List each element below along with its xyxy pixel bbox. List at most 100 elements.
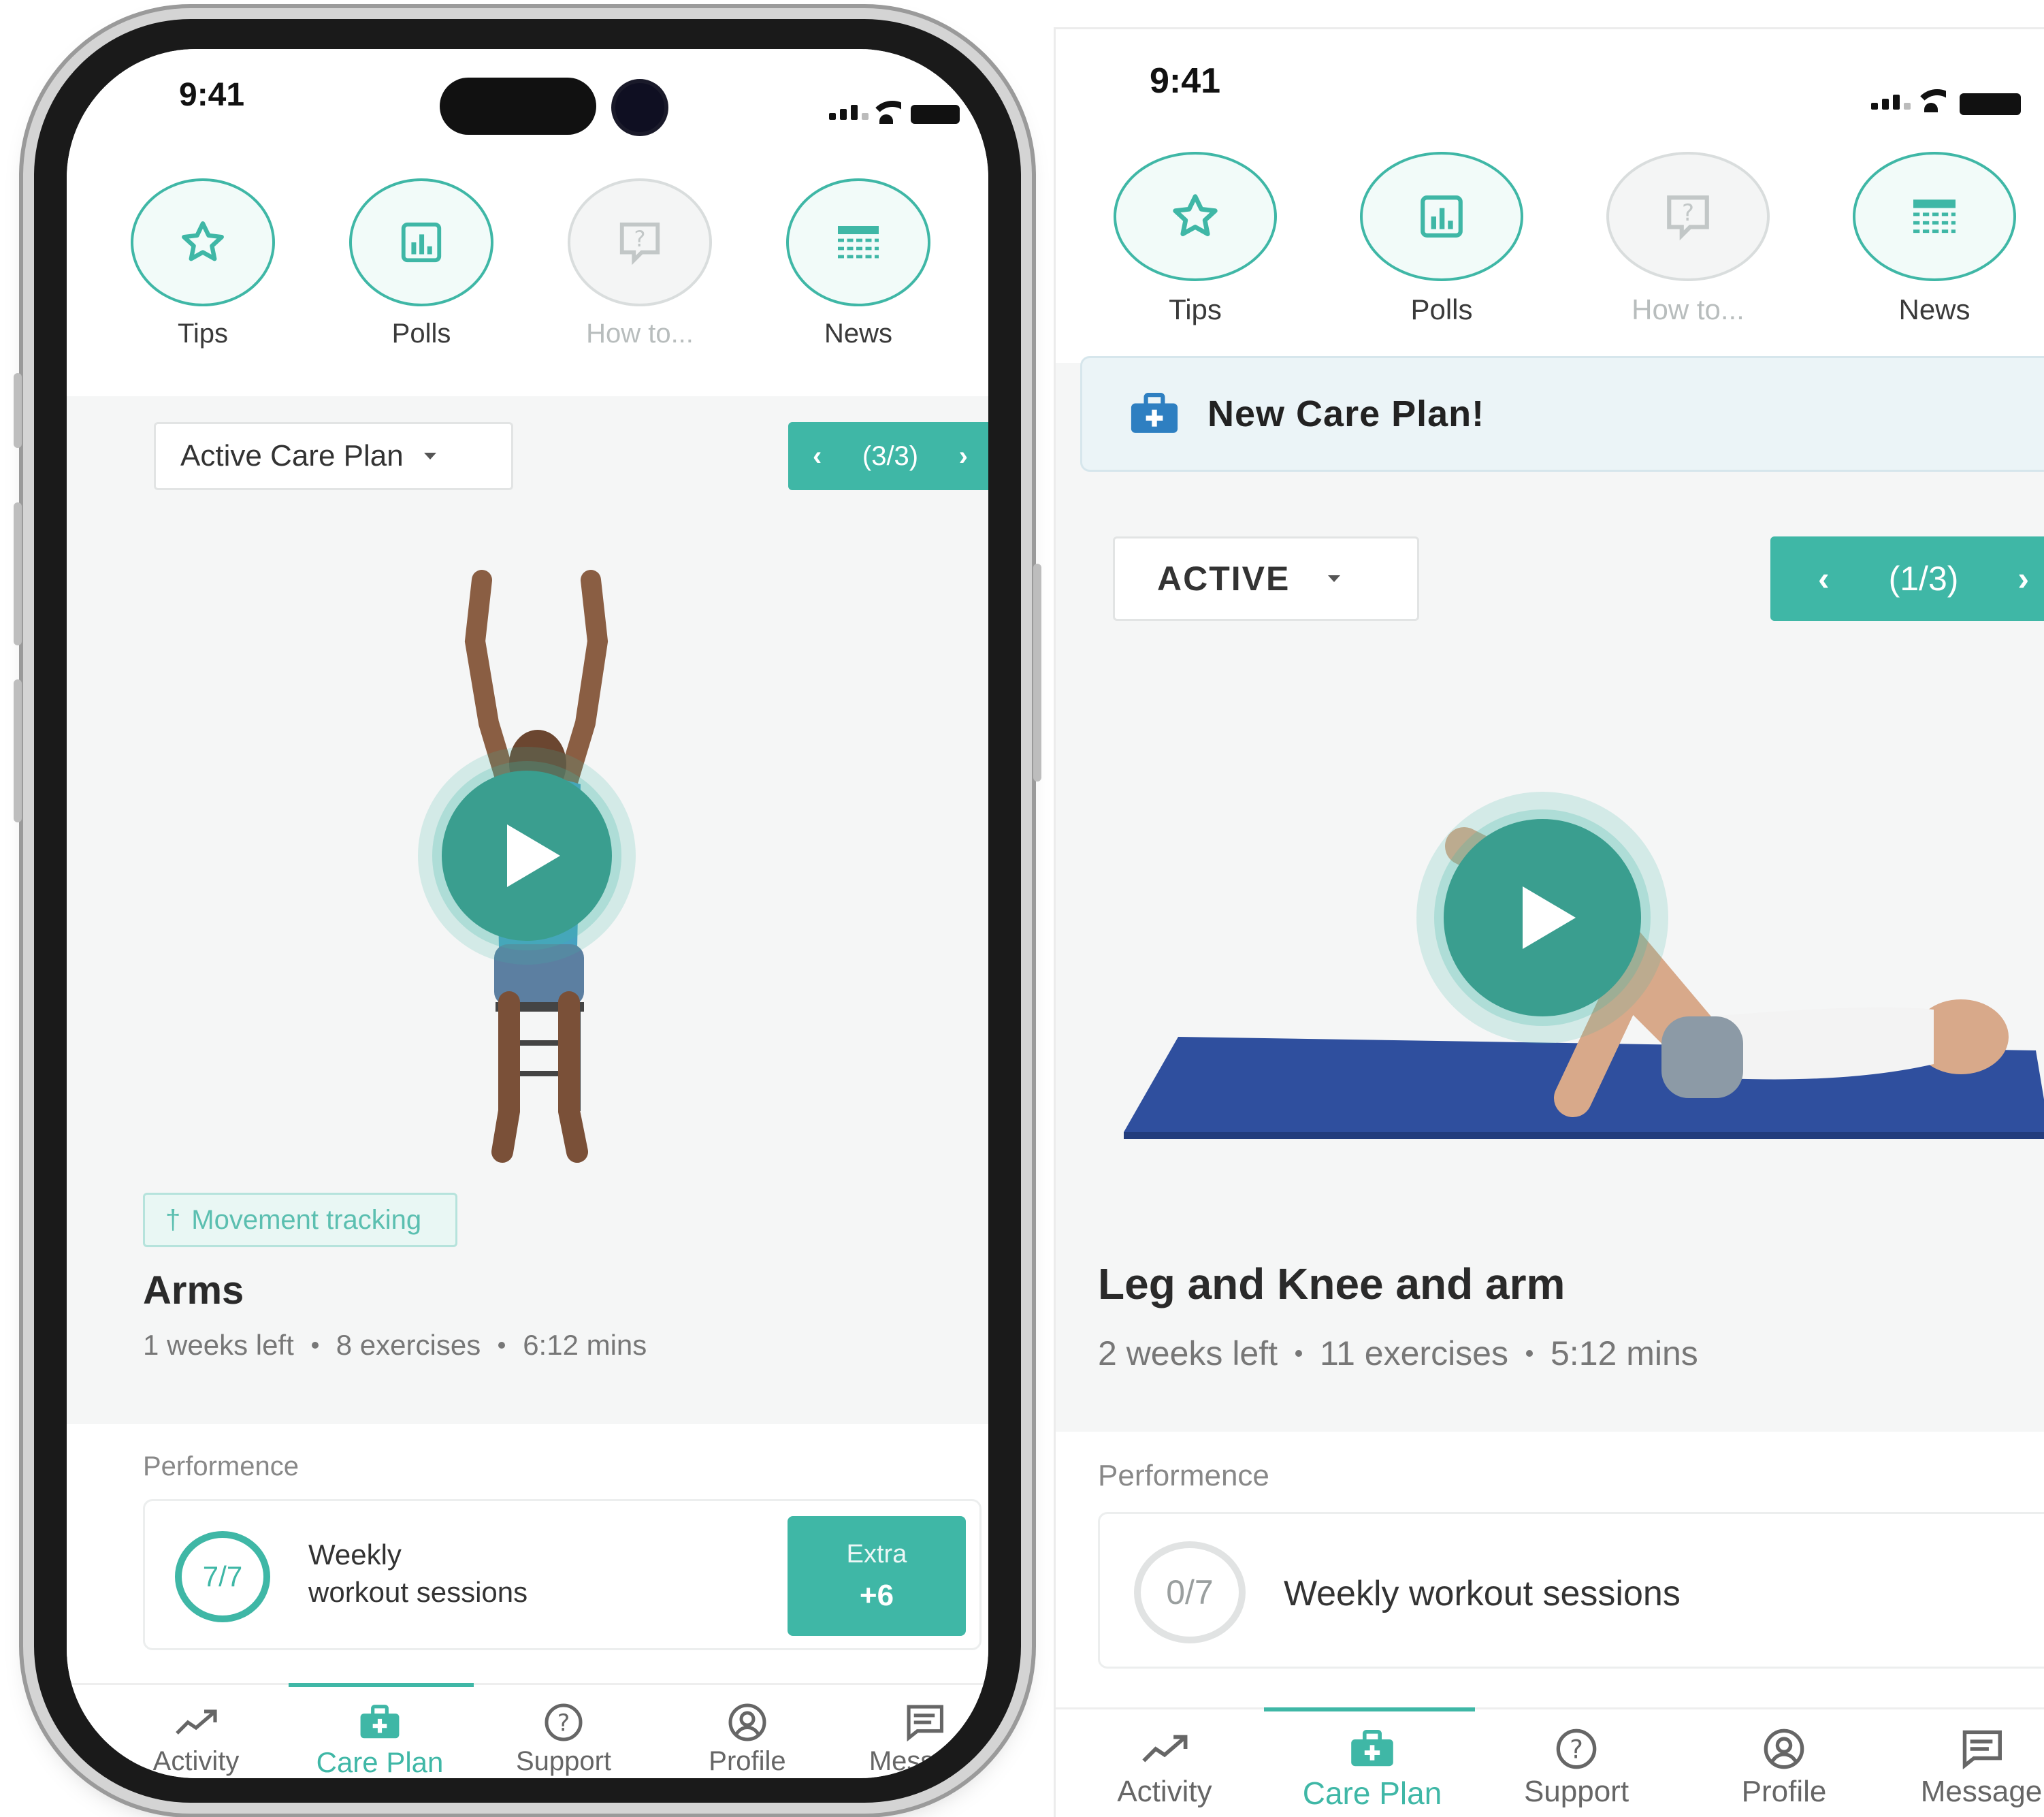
side-button-volume-down <box>14 679 22 822</box>
quick-action-news[interactable]: News <box>1853 152 2016 326</box>
play-icon <box>1523 886 1576 949</box>
trend-icon <box>176 1709 217 1735</box>
meta-weeks: 2 weeks left <box>1098 1334 1278 1372</box>
quick-action-tips[interactable]: Tips <box>1114 152 1277 326</box>
sessions-text: Weekly workout sessions <box>1284 1574 1681 1613</box>
status-bar: 9:41 <box>1056 29 2044 159</box>
chevron-right-icon[interactable]: › <box>2017 559 2029 598</box>
trend-icon <box>1142 1735 1188 1763</box>
star-icon <box>1173 194 1218 236</box>
meta-duration: 5:12 mins <box>1551 1334 1698 1372</box>
movement-tracking-tag: † Movement tracking <box>143 1193 457 1247</box>
separator-dot <box>1295 1350 1303 1357</box>
user-circle-icon <box>728 1703 766 1741</box>
workout-meta: 2 weeks left 11 exercises 5:12 mins <box>1098 1334 1698 1373</box>
person-icon: † <box>165 1204 181 1235</box>
tab-message[interactable]: Message <box>856 1699 988 1777</box>
plan-pager: ‹ (3/3) › <box>788 422 988 490</box>
tab-label: Support <box>1523 1775 1629 1808</box>
side-button-power <box>1033 564 1041 782</box>
quick-action-label: How to... <box>586 319 694 349</box>
left-phone-frame: 9:41 Tips Polls ? How to... News Active … <box>14 19 1041 1803</box>
side-button-volume-up <box>14 502 22 645</box>
tab-message[interactable]: Message <box>1900 1723 2044 1809</box>
separator-dot <box>311 1342 319 1349</box>
plan-pager: ‹ (1/3) › <box>1770 536 2044 621</box>
tab-label: Profile <box>709 1746 786 1776</box>
status-bar: 9:41 <box>67 49 988 144</box>
performance-label: Performence <box>1098 1459 1269 1492</box>
tab-label: Support <box>515 1746 612 1776</box>
status-time: 9:41 <box>179 77 245 113</box>
new-care-plan-banner[interactable]: New Care Plan! <box>1080 356 2044 472</box>
quick-action-label: Polls <box>391 319 451 349</box>
help-bubble-icon: ? <box>1667 195 1709 241</box>
quick-actions: Tips Polls ? How to... News <box>1056 145 2044 363</box>
svg-text:?: ? <box>557 1710 570 1737</box>
tab-bar: Activity Care Plan ? Support Profile Mes… <box>1056 1707 2044 1817</box>
question-circle-icon: ? <box>1556 1728 1597 1769</box>
question-circle-icon: ? <box>545 1703 583 1741</box>
quick-action-news[interactable]: News <box>780 178 937 349</box>
quick-action-how-to[interactable]: ? How to... <box>562 178 718 349</box>
chevron-left-icon[interactable]: ‹ <box>1818 559 1830 598</box>
tab-label: Care Plan <box>1302 1775 1442 1811</box>
tab-profile[interactable]: Profile <box>679 1699 815 1777</box>
tab-care-plan[interactable]: Care Plan <box>1287 1723 1457 1812</box>
side-button-silent <box>14 373 22 448</box>
medkit-icon <box>1351 1730 1393 1767</box>
tab-profile[interactable]: Profile <box>1702 1723 1866 1809</box>
exercise-video[interactable] <box>67 512 988 1206</box>
play-icon <box>507 824 560 887</box>
quick-action-tips[interactable]: Tips <box>125 178 281 349</box>
play-button[interactable] <box>1444 819 1641 1016</box>
sessions-card[interactable]: 7/7 Weekly workout sessions Extra +6 <box>143 1499 982 1650</box>
quick-action-label: Tips <box>1169 293 1222 325</box>
tab-care-plan[interactable]: Care Plan <box>312 1699 448 1778</box>
wifi-icon <box>1916 89 1946 112</box>
chevron-right-icon[interactable]: › <box>959 441 968 472</box>
plan-dropdown[interactable]: ACTIVE <box>1113 536 1419 621</box>
medkit-icon <box>360 1705 400 1739</box>
left-screen: 9:41 Tips Polls ? How to... News Active … <box>67 49 988 1778</box>
message-icon <box>907 1705 943 1741</box>
quick-action-label: Tips <box>177 319 229 349</box>
performance-label: Performence <box>143 1451 299 1481</box>
tab-support[interactable]: ? Support <box>496 1699 632 1777</box>
quick-action-label: News <box>1898 293 1970 325</box>
tab-label: Profile <box>1741 1775 1827 1808</box>
svg-text:?: ? <box>1682 199 1694 226</box>
pager-label: (3/3) <box>862 440 919 471</box>
medkit-icon <box>1131 393 1178 433</box>
tab-support[interactable]: ? Support <box>1495 1723 1658 1809</box>
meta-duration: 6:12 mins <box>523 1329 647 1361</box>
camera-icon <box>611 79 668 136</box>
performance-section: Performence 7/7 Weekly workout sessions … <box>67 1424 988 1683</box>
exercise-video[interactable] <box>1056 642 2044 1187</box>
workout-title: Arms <box>143 1268 244 1313</box>
play-wrap <box>1433 809 1651 1027</box>
right-screen: 9:41 Tips Polls ? How to... News New Car… <box>1054 27 2044 1817</box>
plan-dropdown-label: ACTIVE <box>1157 560 1291 598</box>
chevron-left-icon[interactable]: ‹ <box>813 441 822 472</box>
quick-action-polls[interactable]: Polls <box>343 178 500 349</box>
tag-label: Movement tracking <box>191 1204 422 1235</box>
sessions-card[interactable]: 0/7 Weekly workout sessions <box>1098 1512 2044 1669</box>
plan-dropdown-label: Active Care Plan <box>180 439 404 472</box>
message-icon <box>1962 1730 2002 1769</box>
tab-activity[interactable]: Activity <box>1083 1723 1246 1809</box>
newspaper-icon <box>1913 199 1956 234</box>
separator-dot <box>1526 1350 1533 1357</box>
quick-action-label: News <box>824 319 893 349</box>
sessions-text-line-1: Weekly <box>308 1539 402 1571</box>
quick-action-how-to[interactable]: ? How to... <box>1606 152 1770 326</box>
active-tab-indicator <box>289 1683 474 1687</box>
plan-dropdown[interactable]: Active Care Plan <box>154 422 513 490</box>
tab-activity[interactable]: Activity <box>128 1699 264 1777</box>
play-wrap <box>432 760 622 951</box>
play-button[interactable] <box>442 771 612 941</box>
signal-icon <box>1871 95 1911 110</box>
separator-dot <box>498 1342 506 1349</box>
pager-label: (1/3) <box>1888 560 1959 598</box>
quick-action-polls[interactable]: Polls <box>1360 152 1523 326</box>
